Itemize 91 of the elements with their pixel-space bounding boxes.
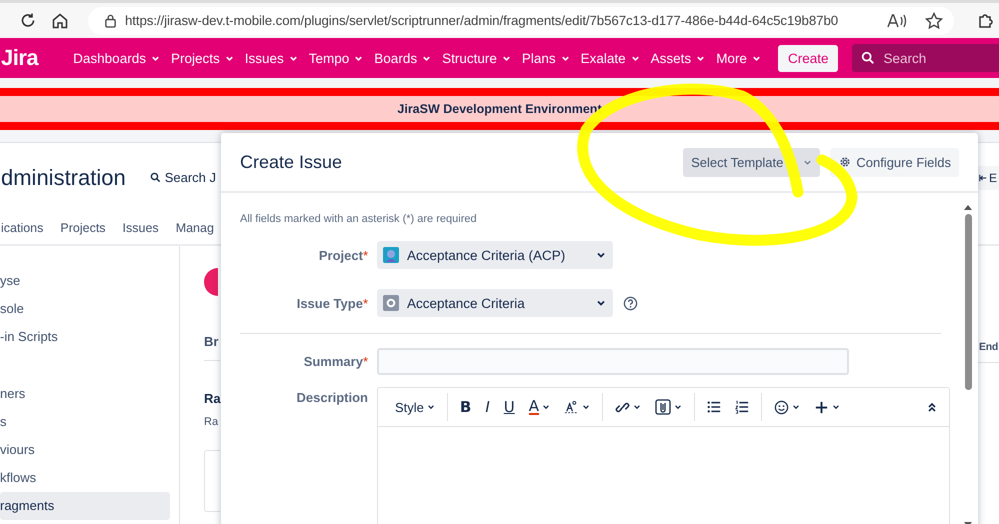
- caret-icon: [832, 403, 840, 411]
- project-avatar-icon: [383, 247, 399, 263]
- section-text: Ra: [204, 416, 220, 428]
- nav-menu-item[interactable]: Boards: [369, 46, 436, 70]
- search-field[interactable]: Search: [852, 44, 999, 72]
- summary-input[interactable]: [377, 348, 849, 375]
- bullet-list-icon: [707, 400, 722, 414]
- caret-icon: [696, 54, 706, 62]
- scroll-up-icon[interactable]: [963, 203, 973, 211]
- caret-icon: [596, 250, 606, 260]
- caret-icon: [426, 403, 435, 411]
- admin-tab[interactable]: Projects: [60, 221, 106, 235]
- section-heading: Ra: [204, 391, 220, 406]
- nav-menu-item[interactable]: Issues: [240, 46, 303, 70]
- help-icon[interactable]: [623, 296, 638, 310]
- star-icon[interactable]: [924, 10, 944, 30]
- link-icon: [615, 400, 630, 414]
- nav-menu-item[interactable]: Plans: [516, 46, 575, 70]
- sidebar-item[interactable]: ners: [0, 380, 170, 408]
- nav-menu-item[interactable]: Assets: [646, 46, 710, 70]
- sidebar-item[interactable]: sole: [0, 295, 170, 323]
- caret-icon: [674, 403, 682, 411]
- issue-type-icon: [383, 295, 399, 311]
- caret-icon: [582, 403, 590, 411]
- caret-icon: [224, 54, 234, 62]
- emoji-icon: [774, 400, 790, 414]
- read-aloud-icon[interactable]: [886, 12, 908, 30]
- text-effects-icon: [564, 400, 580, 414]
- configure-fields-button[interactable]: Configure Fields: [830, 148, 959, 176]
- create-button[interactable]: Create: [778, 44, 838, 72]
- sidebar-item[interactable]: s: [0, 408, 170, 436]
- select-field[interactable]: Acceptance Criteria: [377, 289, 613, 317]
- nav-menu-item[interactable]: More: [711, 46, 766, 70]
- address-bar[interactable]: https://jirasw-dev.t-mobile.com/plugins/servlet/scriptrunner/admin/fragments/edit/7b567c13-d177-486e-b44d-64c5c19b87b0: [88, 6, 954, 34]
- search-icon: [150, 172, 161, 183]
- bold-button[interactable]: B: [452, 394, 478, 420]
- sidebar-item[interactable]: yse: [0, 267, 170, 295]
- select-field[interactable]: Acceptance Criteria (ACP): [377, 241, 613, 269]
- underline-button[interactable]: U: [496, 394, 522, 420]
- field-label: Issue Type*: [296, 296, 368, 310]
- attachment-icon: [655, 399, 672, 415]
- field-label: Description: [295, 390, 368, 405]
- search-link[interactable]: Search J: [150, 170, 216, 185]
- url-text: https://jirasw-dev.t-mobile.com/plugins/servlet/scriptrunner/admin/fragments/edit/7b567c13-d177-486e-b44d-64c5c19b87b0: [125, 13, 838, 28]
- admin-tab[interactable]: Issues: [122, 221, 159, 235]
- caret-icon: [792, 403, 800, 411]
- exit-arrow-icon: [978, 174, 987, 182]
- caret-icon: [354, 54, 364, 62]
- field-label: Project*: [318, 248, 368, 262]
- nav-menu-item[interactable]: Projects: [166, 46, 239, 70]
- banner-text: JiraSW Development Environment: [397, 102, 602, 116]
- app-logo: [204, 268, 218, 296]
- home-icon[interactable]: [50, 10, 70, 30]
- caret-icon: [150, 54, 160, 62]
- field-label: Summary*: [302, 354, 368, 369]
- caret-icon: [502, 54, 511, 62]
- nav-menu-item[interactable]: Dashboards: [68, 46, 165, 70]
- caret-icon: [542, 403, 550, 411]
- admin-tab[interactable]: Manag: [176, 221, 214, 235]
- jira-logo[interactable]: Jira: [1, 45, 38, 71]
- color-button[interactable]: A: [522, 394, 558, 420]
- dialog-title: Create Issue: [240, 152, 342, 172]
- caret-icon: [422, 54, 432, 62]
- nav-menu-item[interactable]: Structure: [437, 46, 516, 70]
- style-dropdown[interactable]: Style: [388, 394, 442, 420]
- content-card: [204, 450, 220, 512]
- rich-text-editor[interactable]: Style B I U A: [377, 387, 950, 524]
- caret-icon: [560, 54, 570, 62]
- caret-icon: [288, 54, 298, 62]
- nav-menu-item[interactable]: Exalate: [576, 46, 645, 70]
- caret-icon: [752, 54, 761, 62]
- search-icon: [861, 51, 876, 65]
- sidebar-item[interactable]: -in Scripts: [0, 323, 170, 351]
- settings-icon: [838, 155, 852, 169]
- select-template-dropdown[interactable]: Select Template: [683, 148, 820, 176]
- nav-menu-item[interactable]: Tempo: [304, 46, 368, 70]
- required-note: All fields marked with an asterisk (*) are required: [240, 213, 478, 225]
- sidebar-item[interactable]: ragments: [0, 492, 170, 520]
- caret-icon: [596, 298, 606, 308]
- content-tab[interactable]: Br: [204, 334, 220, 349]
- plus-icon: [814, 400, 830, 414]
- page-title: dministration: [1, 164, 126, 190]
- italic-button[interactable]: I: [478, 394, 497, 420]
- numbered-list-icon: [735, 400, 750, 414]
- admin-tab[interactable]: ications: [1, 221, 44, 235]
- caret-icon: [633, 403, 642, 411]
- caret-icon: [630, 54, 640, 62]
- collapse-icon[interactable]: [927, 401, 937, 413]
- sidebar-item[interactable]: viours: [0, 436, 170, 464]
- sidebar-item[interactable]: kflows: [0, 464, 170, 492]
- lock-icon: [104, 13, 117, 28]
